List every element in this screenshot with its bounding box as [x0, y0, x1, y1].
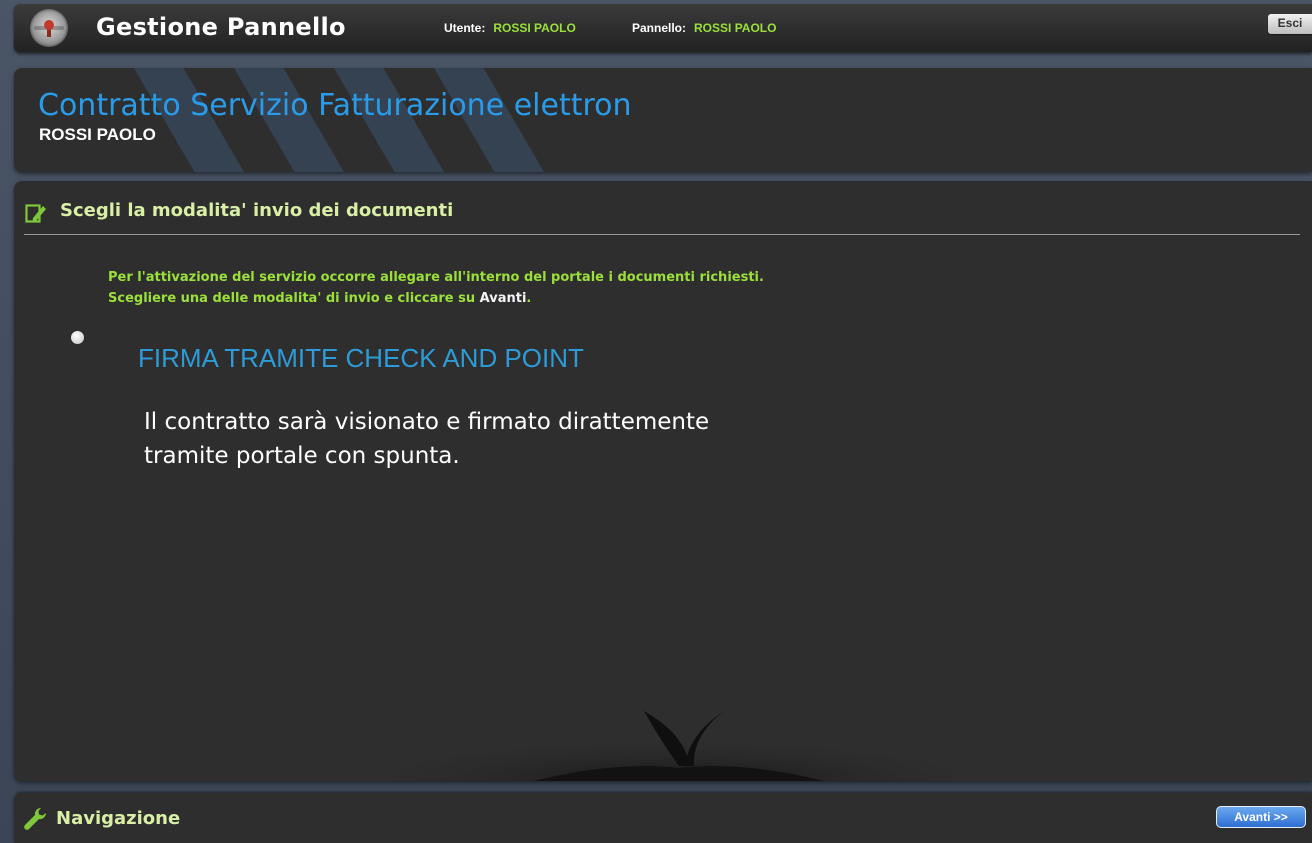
option-description-line-1: Il contratto sarà visionato e firmato di…	[144, 409, 710, 435]
intro-text: Per l'attivazione del servizio occorre a…	[108, 267, 764, 309]
navigation-label: Navigazione	[56, 808, 181, 829]
section-title: Scegli la modalita' invio dei documenti	[60, 200, 454, 221]
main-panel: Scegli la modalita' invio dei documenti …	[14, 181, 1312, 781]
panel-info: Pannello: ROSSI PAOLO	[632, 21, 776, 35]
user-info: Utente: ROSSI PAOLO	[444, 21, 576, 35]
edit-document-icon	[25, 204, 46, 223]
header-panel: Contratto Servizio Fatturazione elettron…	[14, 68, 1312, 172]
option-title[interactable]: FIRMA TRAMITE CHECK AND POINT	[138, 343, 584, 374]
panel-label: Pannello:	[632, 21, 687, 35]
user-value: ROSSI PAOLO	[493, 21, 576, 35]
option-radio-button[interactable]	[71, 331, 84, 344]
option-description: Il contratto sarà visionato e firmato di…	[144, 405, 844, 473]
decorative-ornament	[394, 706, 954, 781]
intro-avanti-keyword: Avanti	[479, 291, 527, 306]
option-description-line-2: tramite portale con spunta.	[144, 443, 460, 469]
app-logo-icon	[30, 9, 68, 47]
next-button[interactable]: Avanti >>	[1216, 806, 1306, 828]
intro-line-2-end: .	[526, 291, 532, 306]
user-label: Utente:	[444, 21, 486, 35]
page: Gestione Pannello Utente: ROSSI PAOLO Pan…	[0, 0, 1312, 843]
panel-value: ROSSI PAOLO	[694, 21, 777, 35]
section-divider	[24, 234, 1300, 235]
app-title: Gestione Pannello	[96, 13, 346, 41]
intro-line-2-text: Scegliere una delle modalita' di invio e…	[108, 291, 480, 306]
page-subtitle: ROSSI PAOLO	[39, 125, 156, 144]
page-title: Contratto Servizio Fatturazione elettron	[38, 88, 632, 123]
intro-line-2: Scegliere una delle modalita' di invio e…	[108, 288, 764, 309]
top-bar: Gestione Pannello Utente: ROSSI PAOLO Pan…	[14, 4, 1312, 52]
wrench-icon	[24, 807, 47, 830]
intro-line-1: Per l'attivazione del servizio occorre a…	[108, 270, 764, 285]
exit-button[interactable]: Esci	[1268, 14, 1312, 34]
navigation-panel: Navigazione Avanti >>	[14, 793, 1312, 843]
